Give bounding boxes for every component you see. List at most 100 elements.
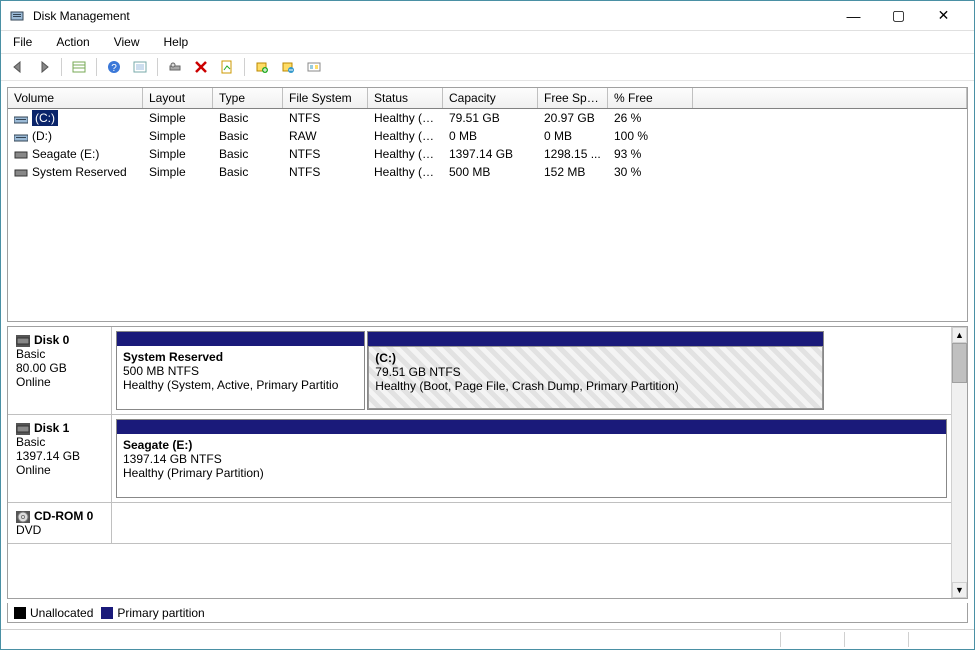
volume-name: Seagate (E:) [32, 147, 99, 161]
header-percent-free[interactable]: % Free [608, 88, 693, 108]
disk-label[interactable]: Disk 0Basic80.00 GBOnline [8, 327, 112, 414]
legend-primary-label: Primary partition [117, 606, 204, 620]
toolbar-separator [157, 58, 158, 76]
volume-name-cell: Seagate (E:) [8, 146, 143, 162]
status-bar [1, 629, 974, 649]
header-layout[interactable]: Layout [143, 88, 213, 108]
header-file-system[interactable]: File System [283, 88, 368, 108]
volume-name-cell: (D:) [8, 128, 143, 144]
legend-unallocated-label: Unallocated [30, 606, 93, 620]
disk-partitions: System Reserved500 MB NTFSHealthy (Syste… [112, 327, 951, 414]
detach-vhd-button[interactable] [303, 56, 325, 78]
status-segment [844, 632, 904, 647]
disk-graphical-view: Disk 0Basic80.00 GBOnlineSystem Reserved… [7, 326, 968, 599]
volume-row[interactable]: System ReservedSimpleBasicNTFSHealthy (S… [8, 163, 967, 181]
cell-status: Healthy (B... [368, 110, 443, 126]
menu-action[interactable]: Action [52, 33, 93, 51]
volume-row[interactable]: Seagate (E:)SimpleBasicNTFSHealthy (P...… [8, 145, 967, 163]
close-button[interactable]: ✕ [921, 2, 966, 30]
back-button[interactable] [7, 56, 29, 78]
cell-status: Healthy (S... [368, 164, 443, 180]
scroll-down-button[interactable]: ▼ [952, 582, 967, 598]
legend-item-unallocated: Unallocated [14, 606, 93, 620]
cell-status: Healthy (P... [368, 146, 443, 162]
cell-layout: Simple [143, 146, 213, 162]
attach-vhd-button[interactable] [277, 56, 299, 78]
disk-label[interactable]: CD-ROM 0DVD [8, 503, 112, 543]
disk-icon [16, 423, 30, 435]
minimize-button[interactable]: — [831, 2, 876, 30]
settings-button[interactable] [164, 56, 186, 78]
partition-stripe [117, 332, 364, 346]
volume-row[interactable]: (C:)SimpleBasicNTFSHealthy (B...79.51 GB… [8, 109, 967, 127]
cell-fs: NTFS [283, 164, 368, 180]
volume-list: Volume Layout Type File System Status Ca… [7, 87, 968, 322]
disk-scroll-area: Disk 0Basic80.00 GBOnlineSystem Reserved… [8, 327, 951, 598]
cell-status: Healthy (P... [368, 128, 443, 144]
cell-pct: 26 % [608, 110, 693, 126]
cell-layout: Simple [143, 164, 213, 180]
toolbar-separator [61, 58, 62, 76]
disk-row: Disk 1Basic1397.14 GBOnlineSeagate (E:)1… [8, 415, 951, 503]
scroll-thumb[interactable] [952, 343, 967, 383]
svg-text:?: ? [111, 63, 117, 74]
new-volume-button[interactable] [251, 56, 273, 78]
menu-view[interactable]: View [110, 33, 144, 51]
scroll-up-button[interactable]: ▲ [952, 327, 967, 343]
volume-name: System Reserved [32, 165, 127, 179]
cell-pct: 93 % [608, 146, 693, 162]
cell-type: Basic [213, 110, 283, 126]
refresh-button[interactable] [129, 56, 151, 78]
window-title: Disk Management [33, 9, 831, 23]
volume-row[interactable]: (D:)SimpleBasicRAWHealthy (P...0 MB0 MB1… [8, 127, 967, 145]
legend-item-primary: Primary partition [101, 606, 204, 620]
disk-label[interactable]: Disk 1Basic1397.14 GBOnline [8, 415, 112, 502]
volume-name-cell: System Reserved [8, 164, 143, 180]
header-capacity[interactable]: Capacity [443, 88, 538, 108]
partition[interactable]: Seagate (E:)1397.14 GB NTFSHealthy (Prim… [116, 419, 947, 498]
partition-icon [14, 167, 28, 179]
status-segment [908, 632, 968, 647]
cell-fs: NTFS [283, 110, 368, 126]
properties-button[interactable] [216, 56, 238, 78]
app-icon [9, 8, 25, 24]
vertical-scrollbar[interactable]: ▲ ▼ [951, 327, 967, 598]
header-spacer [693, 88, 967, 108]
cell-fs: RAW [283, 128, 368, 144]
partition-body: Seagate (E:)1397.14 GB NTFSHealthy (Prim… [117, 434, 946, 497]
disk-partitions: Seagate (E:)1397.14 GB NTFSHealthy (Prim… [112, 415, 951, 502]
scroll-track[interactable] [952, 383, 967, 582]
cell-pct: 100 % [608, 128, 693, 144]
toolbar-separator [244, 58, 245, 76]
partition[interactable]: (C:)79.51 GB NTFSHealthy (Boot, Page Fil… [367, 331, 824, 410]
header-free-space[interactable]: Free Spa... [538, 88, 608, 108]
disk-management-window: Disk Management — ▢ ✕ File Action View H… [0, 0, 975, 650]
header-type[interactable]: Type [213, 88, 283, 108]
partition-body: (C:)79.51 GB NTFSHealthy (Boot, Page Fil… [368, 346, 823, 409]
menu-file[interactable]: File [9, 33, 36, 51]
toolbar-separator [96, 58, 97, 76]
drive-icon [14, 113, 28, 125]
cell-fs: NTFS [283, 146, 368, 162]
column-headers: Volume Layout Type File System Status Ca… [8, 88, 967, 109]
cell-capacity: 0 MB [443, 128, 538, 144]
partition[interactable]: System Reserved500 MB NTFSHealthy (Syste… [116, 331, 365, 410]
show-hide-console-tree-button[interactable] [68, 56, 90, 78]
disk-row: CD-ROM 0DVD [8, 503, 951, 544]
maximize-button[interactable]: ▢ [876, 2, 921, 30]
legend: Unallocated Primary partition [7, 603, 968, 623]
cell-free: 1298.15 ... [538, 146, 608, 162]
menu-bar: File Action View Help [1, 31, 974, 53]
cell-layout: Simple [143, 110, 213, 126]
header-volume[interactable]: Volume [8, 88, 143, 108]
partition-stripe [117, 420, 946, 434]
partition-icon [14, 149, 28, 161]
forward-button[interactable] [33, 56, 55, 78]
help-button[interactable]: ? [103, 56, 125, 78]
header-status[interactable]: Status [368, 88, 443, 108]
title-bar: Disk Management — ▢ ✕ [1, 1, 974, 31]
menu-help[interactable]: Help [160, 33, 193, 51]
window-controls: — ▢ ✕ [831, 2, 966, 30]
delete-button[interactable] [190, 56, 212, 78]
cell-capacity: 1397.14 GB [443, 146, 538, 162]
